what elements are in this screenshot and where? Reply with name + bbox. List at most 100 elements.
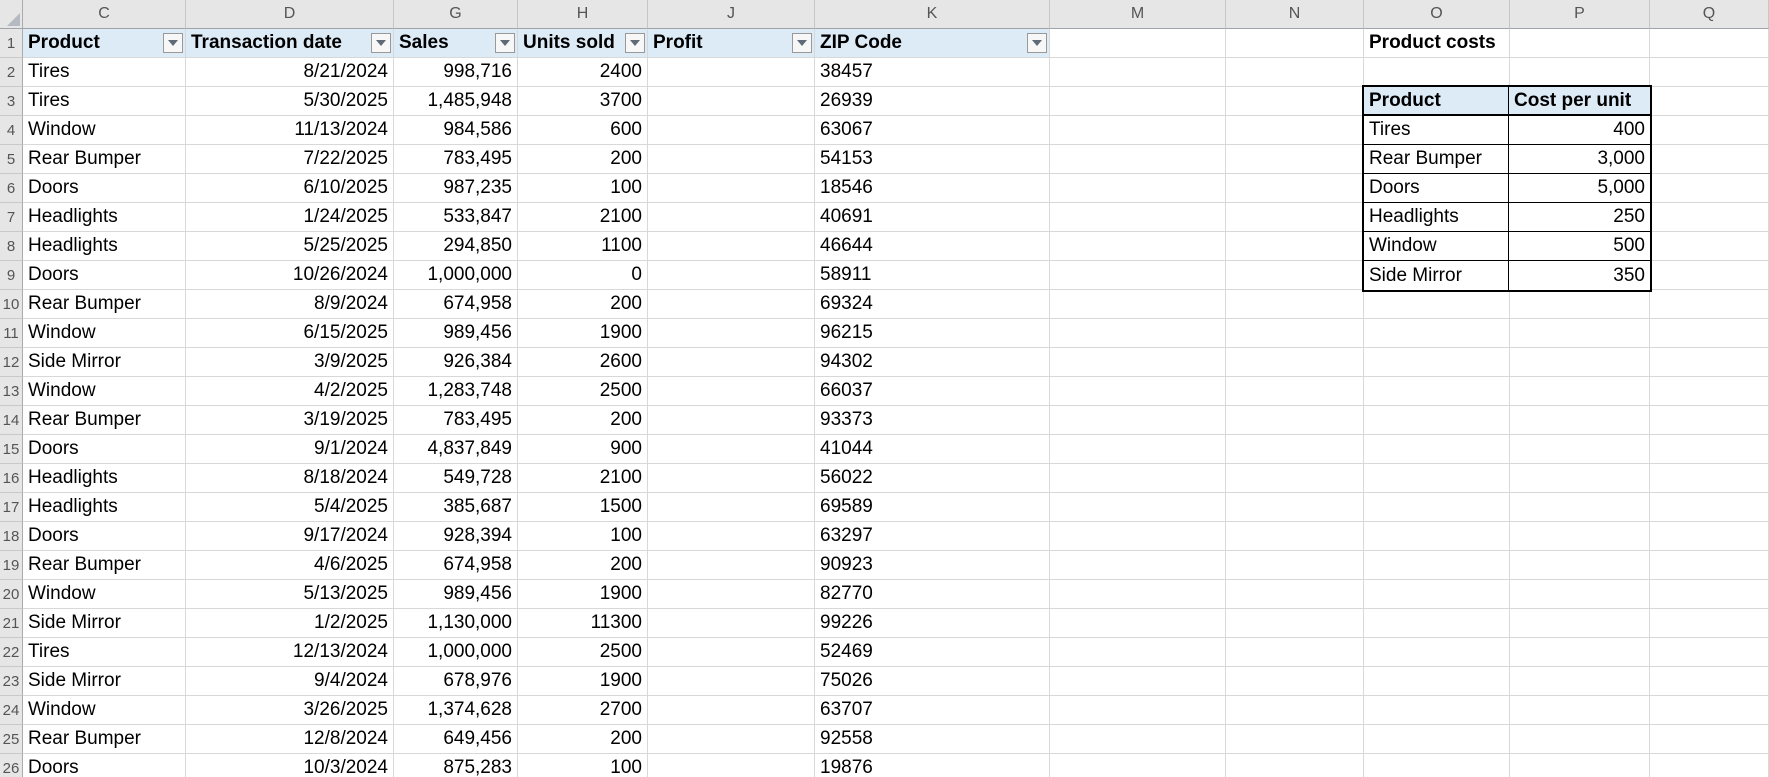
cell-H5[interactable]: 200 [518,145,648,174]
cell-G25[interactable]: 649,456 [394,725,518,754]
cell-P24[interactable] [1510,696,1650,725]
cell-M5[interactable] [1050,145,1226,174]
cell-D2[interactable]: 8/21/2024 [186,58,394,87]
cell-N12[interactable] [1226,348,1364,377]
cell-J2[interactable] [648,58,815,87]
filter-button-J[interactable] [792,33,812,53]
cell-O12[interactable] [1364,348,1510,377]
cell-G4[interactable]: 984,586 [394,116,518,145]
cell-N19[interactable] [1226,551,1364,580]
cell-Q19[interactable] [1650,551,1769,580]
cell-G3[interactable]: 1,485,948 [394,87,518,116]
row-header-21[interactable]: 21 [0,609,23,638]
cell-C10[interactable]: Rear Bumper [23,290,186,319]
cell-K14[interactable]: 93373 [815,406,1050,435]
cell-Q23[interactable] [1650,667,1769,696]
cell-M16[interactable] [1050,464,1226,493]
cell-G22[interactable]: 1,000,000 [394,638,518,667]
cell-M18[interactable] [1050,522,1226,551]
cell-Q25[interactable] [1650,725,1769,754]
cell-K5[interactable]: 54153 [815,145,1050,174]
costs-value-cell[interactable]: 3,000 [1509,145,1650,173]
cell-Q9[interactable] [1650,261,1769,290]
cell-M15[interactable] [1050,435,1226,464]
column-header-N[interactable]: N [1226,0,1364,29]
cell-H23[interactable]: 1900 [518,667,648,696]
cell-K1[interactable]: ZIP Code [815,29,1050,58]
filter-button-G[interactable] [495,33,515,53]
cell-J3[interactable] [648,87,815,116]
column-header-O[interactable]: O [1364,0,1510,29]
cell-Q18[interactable] [1650,522,1769,551]
cell-Q6[interactable] [1650,174,1769,203]
cell-N25[interactable] [1226,725,1364,754]
cell-C24[interactable]: Window [23,696,186,725]
cell-C2[interactable]: Tires [23,58,186,87]
column-header-Q[interactable]: Q [1650,0,1769,29]
cell-M7[interactable] [1050,203,1226,232]
row-header-16[interactable]: 16 [0,464,23,493]
cell-P26[interactable] [1510,754,1650,777]
cell-G26[interactable]: 875,283 [394,754,518,777]
cell-C17[interactable]: Headlights [23,493,186,522]
cell-M17[interactable] [1050,493,1226,522]
cell-D19[interactable]: 4/6/2025 [186,551,394,580]
cell-D18[interactable]: 9/17/2024 [186,522,394,551]
filter-button-K[interactable] [1027,33,1047,53]
row-header-23[interactable]: 23 [0,667,23,696]
column-header-C[interactable]: C [23,0,186,29]
cell-K20[interactable]: 82770 [815,580,1050,609]
cell-N22[interactable] [1226,638,1364,667]
column-header-H[interactable]: H [518,0,648,29]
cell-J11[interactable] [648,319,815,348]
cell-O10[interactable] [1364,290,1510,319]
cell-G20[interactable]: 989,456 [394,580,518,609]
cell-H4[interactable]: 600 [518,116,648,145]
row-header-25[interactable]: 25 [0,725,23,754]
cell-C12[interactable]: Side Mirror [23,348,186,377]
row-header-19[interactable]: 19 [0,551,23,580]
cell-H15[interactable]: 900 [518,435,648,464]
cell-M9[interactable] [1050,261,1226,290]
cell-C19[interactable]: Rear Bumper [23,551,186,580]
cell-C21[interactable]: Side Mirror [23,609,186,638]
cell-K9[interactable]: 58911 [815,261,1050,290]
cell-H25[interactable]: 200 [518,725,648,754]
cell-J13[interactable] [648,377,815,406]
cell-C7[interactable]: Headlights [23,203,186,232]
cell-P16[interactable] [1510,464,1650,493]
cell-N26[interactable] [1226,754,1364,777]
cell-O14[interactable] [1364,406,1510,435]
cell-N17[interactable] [1226,493,1364,522]
cell-K4[interactable]: 63067 [815,116,1050,145]
cell-N11[interactable] [1226,319,1364,348]
cell-H17[interactable]: 1500 [518,493,648,522]
cell-C9[interactable]: Doors [23,261,186,290]
cell-N2[interactable] [1226,58,1364,87]
cell-D8[interactable]: 5/25/2025 [186,232,394,261]
cell-K16[interactable]: 56022 [815,464,1050,493]
cell-Q13[interactable] [1650,377,1769,406]
cell-O17[interactable] [1364,493,1510,522]
cell-G15[interactable]: 4,837,849 [394,435,518,464]
cell-G24[interactable]: 1,374,628 [394,696,518,725]
costs-value-cell[interactable]: 350 [1509,261,1650,290]
cell-C13[interactable]: Window [23,377,186,406]
cell-G19[interactable]: 674,958 [394,551,518,580]
cell-G1[interactable]: Sales [394,29,518,58]
cell-G17[interactable]: 385,687 [394,493,518,522]
cell-N16[interactable] [1226,464,1364,493]
cell-G14[interactable]: 783,495 [394,406,518,435]
costs-header-product[interactable]: Product [1364,87,1509,114]
cell-J9[interactable] [648,261,815,290]
cell-C15[interactable]: Doors [23,435,186,464]
cell-G2[interactable]: 998,716 [394,58,518,87]
cell-C6[interactable]: Doors [23,174,186,203]
cell-M8[interactable] [1050,232,1226,261]
cell-J1[interactable]: Profit [648,29,815,58]
cell-P13[interactable] [1510,377,1650,406]
costs-product-cell[interactable]: Headlights [1364,203,1509,231]
row-header-3[interactable]: 3 [0,87,23,116]
row-header-18[interactable]: 18 [0,522,23,551]
column-header-J[interactable]: J [648,0,815,29]
